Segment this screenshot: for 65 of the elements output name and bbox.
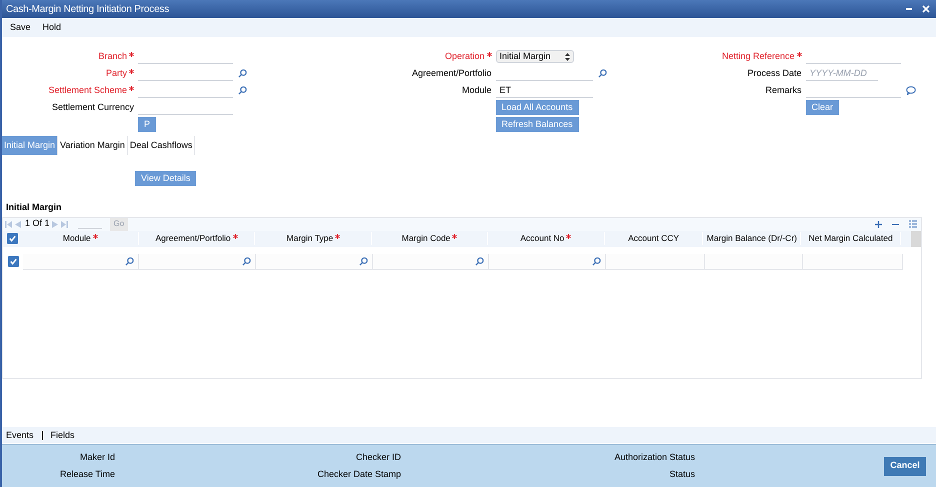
audit-label: Maker Id: [80, 450, 115, 464]
tab[interactable]: Deal Cashflows: [128, 136, 196, 155]
table-cell[interactable]: [256, 254, 373, 270]
audit-label: Checker Date Stamp: [317, 468, 401, 481]
search-icon[interactable]: [592, 256, 601, 266]
field-label: Operation: [445, 50, 485, 63]
section-title: Initial Margin: [6, 201, 63, 214]
field-label: Branch: [98, 50, 127, 63]
comment-icon[interactable]: [906, 86, 916, 95]
column-header: Account No: [520, 232, 564, 245]
page-indicator: 1 Of 1: [25, 217, 50, 230]
text-field[interactable]: ET: [496, 83, 593, 98]
scrollbar: [911, 230, 922, 246]
column-header: Margin Balance (Dr/-Cr): [706, 232, 797, 245]
search-icon[interactable]: [598, 69, 607, 78]
column-header: Net Margin Calculated: [808, 232, 893, 245]
search-icon[interactable]: [238, 69, 247, 78]
table-cell[interactable]: [803, 254, 903, 270]
table-cell[interactable]: [489, 254, 606, 270]
column-header: Account CCY: [628, 232, 680, 245]
search-icon[interactable]: [125, 256, 134, 266]
close-icon[interactable]: [922, 5, 930, 13]
footer-link[interactable]: Events: [6, 430, 34, 440]
minimize-icon[interactable]: [906, 8, 912, 10]
field-label: Party: [106, 66, 127, 80]
audit-label: Status: [669, 468, 695, 481]
menu-item[interactable]: Hold: [42, 20, 62, 34]
field-label: Process Date: [748, 66, 802, 80]
add-row-icon[interactable]: [875, 220, 882, 228]
column-header: Margin Type: [286, 232, 334, 245]
operation-select[interactable]: Initial Margin: [496, 50, 574, 63]
column-header: Margin Code: [402, 232, 450, 245]
footer-link[interactable]: Fields: [42, 430, 75, 440]
field-label: Settlement Scheme: [48, 84, 127, 97]
field-label: Agreement/Portfolio: [412, 66, 492, 80]
next-page-icon[interactable]: [52, 220, 59, 228]
checkbox[interactable]: [8, 256, 18, 267]
first-page-icon[interactable]: [5, 220, 12, 228]
search-icon[interactable]: [359, 256, 368, 266]
stepper-icon: [564, 52, 570, 60]
window-title: Cash-Margin Netting Initiation Process: [6, 2, 170, 16]
field-label: Settlement Currency: [52, 100, 134, 114]
tab[interactable]: Variation Margin: [58, 136, 128, 155]
field-label: Netting Reference: [722, 50, 795, 63]
field-label: Module: [462, 84, 492, 97]
menu-item[interactable]: Save: [10, 20, 31, 34]
audit-label: Authorization Status: [614, 450, 695, 464]
checkbox[interactable]: [7, 233, 18, 244]
table-cell[interactable]: [705, 254, 803, 270]
field-label: Remarks: [766, 84, 802, 97]
table-cell[interactable]: [373, 254, 489, 270]
search-icon[interactable]: [475, 256, 484, 266]
text-field[interactable]: YYYY-MM-DD: [806, 66, 878, 81]
cancel-button[interactable]: Cancel: [884, 456, 926, 476]
list-icon[interactable]: [909, 220, 917, 228]
search-icon[interactable]: [238, 86, 247, 95]
column-header: Module: [62, 232, 91, 245]
audit-label: Release Time: [60, 468, 115, 481]
last-page-icon[interactable]: [60, 220, 68, 228]
search-icon[interactable]: [242, 256, 251, 266]
table-cell[interactable]: [606, 254, 705, 270]
table-cell[interactable]: [139, 254, 256, 270]
previous-page-icon[interactable]: [14, 220, 21, 228]
column-header: Agreement/Portfolio: [156, 232, 231, 245]
audit-label: Checker ID: [356, 450, 401, 464]
